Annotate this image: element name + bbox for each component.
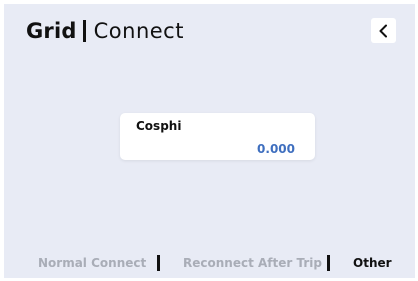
tab-normal-connect[interactable]: Normal Connect <box>38 256 146 270</box>
tab-reconnect-after-trip[interactable]: Reconnect After Trip <box>183 256 322 270</box>
title-divider <box>82 20 86 42</box>
bottom-tab-bar: Normal Connect Reconnect After Trip Othe… <box>4 253 415 275</box>
chevron-left-icon <box>379 24 387 37</box>
page-title: Grid <box>26 19 77 43</box>
tab-divider <box>157 255 160 271</box>
cosphi-label: Cosphi <box>136 119 182 133</box>
back-button[interactable] <box>371 18 396 43</box>
cosphi-value[interactable]: 0.000 <box>257 142 295 156</box>
page-header: Grid Connect <box>26 16 184 46</box>
tab-other[interactable]: Other <box>353 256 392 270</box>
page-subtitle: Connect <box>93 19 184 43</box>
tab-divider <box>327 255 330 271</box>
cosphi-setting-card[interactable]: Cosphi 0.000 <box>120 113 315 160</box>
screen: Grid Connect Cosphi 0.000 Normal Connect… <box>4 4 415 278</box>
